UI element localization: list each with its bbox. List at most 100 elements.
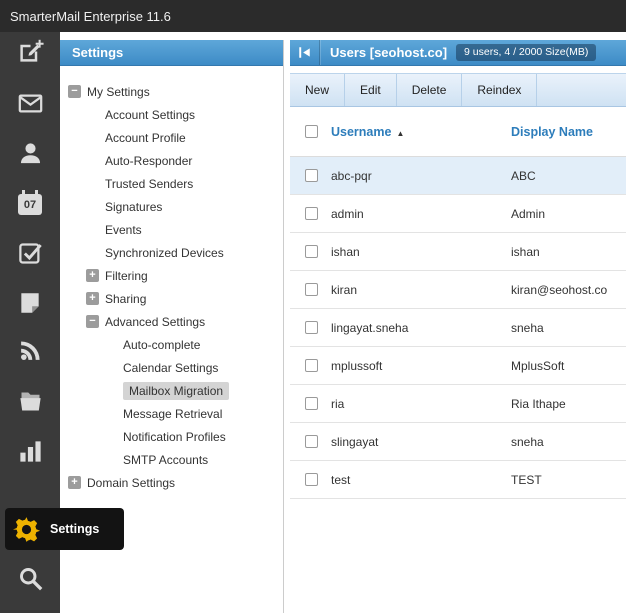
row-checkbox[interactable] bbox=[305, 473, 318, 486]
calendar-date-label: 07 bbox=[18, 190, 42, 215]
tree-item-label: Advanced Settings bbox=[105, 314, 206, 329]
settings-flyout[interactable]: Settings bbox=[5, 508, 124, 550]
tree-item-signatures[interactable]: Signatures bbox=[60, 195, 283, 218]
tree-item-label: Signatures bbox=[105, 199, 163, 214]
username-cell: kiran bbox=[331, 282, 358, 297]
expand-toggle-icon[interactable]: + bbox=[86, 292, 99, 305]
settings-flyout-label: Settings bbox=[50, 522, 100, 536]
new-button[interactable]: New bbox=[290, 74, 346, 106]
rss-icon[interactable] bbox=[0, 338, 60, 363]
edit-button[interactable]: Edit bbox=[345, 74, 397, 106]
table-row[interactable]: kiran kiran@seohost.co bbox=[290, 271, 626, 309]
tree-item-advanced-settings[interactable]: − Advanced Settings bbox=[60, 310, 283, 333]
settings-tree: − My Settings Account Settings Account Prof… bbox=[60, 66, 283, 494]
expand-toggle-icon[interactable]: + bbox=[86, 269, 99, 282]
delete-button[interactable]: Delete bbox=[397, 74, 463, 106]
search-icon[interactable] bbox=[0, 565, 60, 592]
collapse-toggle-icon[interactable]: − bbox=[86, 315, 99, 328]
tree-item-auto-complete[interactable]: Auto-complete bbox=[60, 333, 283, 356]
tree-item-label: Domain Settings bbox=[87, 475, 176, 490]
tree-item-label: Synchronized Devices bbox=[105, 245, 224, 260]
content-title: Users [seohost.co] bbox=[330, 45, 448, 60]
username-column-header[interactable]: Username bbox=[331, 125, 391, 139]
contacts-icon[interactable] bbox=[0, 140, 60, 167]
row-checkbox[interactable] bbox=[305, 321, 318, 334]
table-row[interactable]: ishan ishan bbox=[290, 233, 626, 271]
content-header: Users [seohost.co] 9 users, 4 / 2000 Siz… bbox=[290, 40, 626, 66]
app-title: SmarterMail Enterprise 11.6 bbox=[10, 8, 171, 24]
row-checkbox[interactable] bbox=[305, 245, 318, 258]
folders-icon[interactable] bbox=[0, 388, 60, 415]
smartermail-app: SmarterMail Enterprise 11.6 07 Settings … bbox=[0, 0, 626, 613]
sort-asc-icon: ▲ bbox=[396, 128, 405, 138]
calendar-icon[interactable]: 07 bbox=[0, 190, 60, 215]
tree-item-synchronized-devices[interactable]: Synchronized Devices bbox=[60, 241, 283, 264]
username-cell: ria bbox=[331, 396, 345, 411]
displayname-cell: kiran@seohost.co bbox=[511, 282, 608, 297]
table-row[interactable]: ria Ria Ithape bbox=[290, 385, 626, 423]
tree-item-smtp-accounts[interactable]: SMTP Accounts bbox=[60, 448, 283, 471]
collapse-panel-button[interactable] bbox=[290, 40, 320, 65]
tree-item-my-settings[interactable]: − My Settings bbox=[60, 80, 283, 103]
settings-panel-title: Settings bbox=[72, 45, 124, 60]
mail-icon[interactable] bbox=[0, 90, 60, 117]
tree-item-mailbox-migration[interactable]: Mailbox Migration bbox=[60, 379, 283, 402]
tree-item-label: Notification Profiles bbox=[123, 429, 226, 444]
row-checkbox[interactable] bbox=[305, 169, 318, 182]
tasks-icon[interactable] bbox=[0, 240, 60, 267]
content-area: Users [seohost.co] 9 users, 4 / 2000 Siz… bbox=[290, 40, 626, 613]
displayname-cell: Admin bbox=[511, 206, 546, 221]
displayname-cell: TEST bbox=[511, 472, 542, 487]
row-checkbox[interactable] bbox=[305, 283, 318, 296]
table-row[interactable]: slingayat sneha bbox=[290, 423, 626, 461]
tree-item-label: Message Retrieval bbox=[123, 406, 223, 421]
username-cell: test bbox=[331, 472, 351, 487]
displayname-cell: MplusSoft bbox=[511, 358, 565, 373]
tree-item-label: Calendar Settings bbox=[123, 360, 219, 375]
displayname-cell: ABC bbox=[511, 168, 536, 183]
tree-item-message-retrieval[interactable]: Message Retrieval bbox=[60, 402, 283, 425]
displayname-cell: sneha bbox=[511, 434, 544, 449]
user-count-badge: 9 users, 4 / 2000 Size(MB) bbox=[456, 44, 597, 61]
settings-gear-icon[interactable] bbox=[12, 515, 41, 544]
tree-item-calendar-settings[interactable]: Calendar Settings bbox=[60, 356, 283, 379]
row-checkbox[interactable] bbox=[305, 397, 318, 410]
tree-item-label: Account Settings bbox=[105, 107, 196, 122]
select-all-checkbox[interactable] bbox=[305, 125, 318, 138]
username-cell: mplussoft bbox=[331, 358, 383, 373]
table-row[interactable]: mplussoft MplusSoft bbox=[290, 347, 626, 385]
tree-item-notification-profiles[interactable]: Notification Profiles bbox=[60, 425, 283, 448]
row-checkbox[interactable] bbox=[305, 359, 318, 372]
tree-item-label: Mailbox Migration bbox=[123, 381, 230, 400]
tree-item-events[interactable]: Events bbox=[60, 218, 283, 241]
table-row[interactable]: lingayat.sneha sneha bbox=[290, 309, 626, 347]
reports-icon[interactable] bbox=[0, 438, 60, 465]
tree-item-filtering[interactable]: + Filtering bbox=[60, 264, 283, 287]
table-row[interactable]: test TEST bbox=[290, 461, 626, 499]
expand-toggle-icon[interactable]: + bbox=[68, 476, 81, 489]
settings-panel-header: Settings bbox=[60, 40, 283, 66]
displayname-cell: ishan bbox=[511, 244, 540, 259]
table-header-row: Username ▲ Display Name bbox=[290, 107, 626, 157]
tree-item-account-profile[interactable]: Account Profile bbox=[60, 126, 283, 149]
compose-icon[interactable] bbox=[0, 38, 60, 65]
username-cell: admin bbox=[331, 206, 364, 221]
collapse-toggle-icon[interactable]: − bbox=[68, 85, 81, 98]
reindex-button[interactable]: Reindex bbox=[462, 74, 538, 106]
tree-item-trusted-senders[interactable]: Trusted Senders bbox=[60, 172, 283, 195]
table-row[interactable]: abc-pqr ABC bbox=[290, 157, 626, 195]
tree-item-label: Auto-complete bbox=[123, 337, 201, 352]
tree-item-label: Filtering bbox=[105, 268, 148, 283]
table-body: abc-pqr ABC admin Admin ishan ishan kiran kiran… bbox=[290, 157, 626, 499]
username-cell: ishan bbox=[331, 244, 360, 259]
tree-item-sharing[interactable]: + Sharing bbox=[60, 287, 283, 310]
row-checkbox[interactable] bbox=[305, 435, 318, 448]
displayname-column-header[interactable]: Display Name bbox=[511, 125, 626, 139]
tree-item-label: Auto-Responder bbox=[105, 153, 193, 168]
tree-item-auto-responder[interactable]: Auto-Responder bbox=[60, 149, 283, 172]
notes-icon[interactable] bbox=[0, 290, 60, 316]
table-row[interactable]: admin Admin bbox=[290, 195, 626, 233]
tree-item-account-settings[interactable]: Account Settings bbox=[60, 103, 283, 126]
tree-item-domain-settings[interactable]: + Domain Settings bbox=[60, 471, 283, 494]
row-checkbox[interactable] bbox=[305, 207, 318, 220]
